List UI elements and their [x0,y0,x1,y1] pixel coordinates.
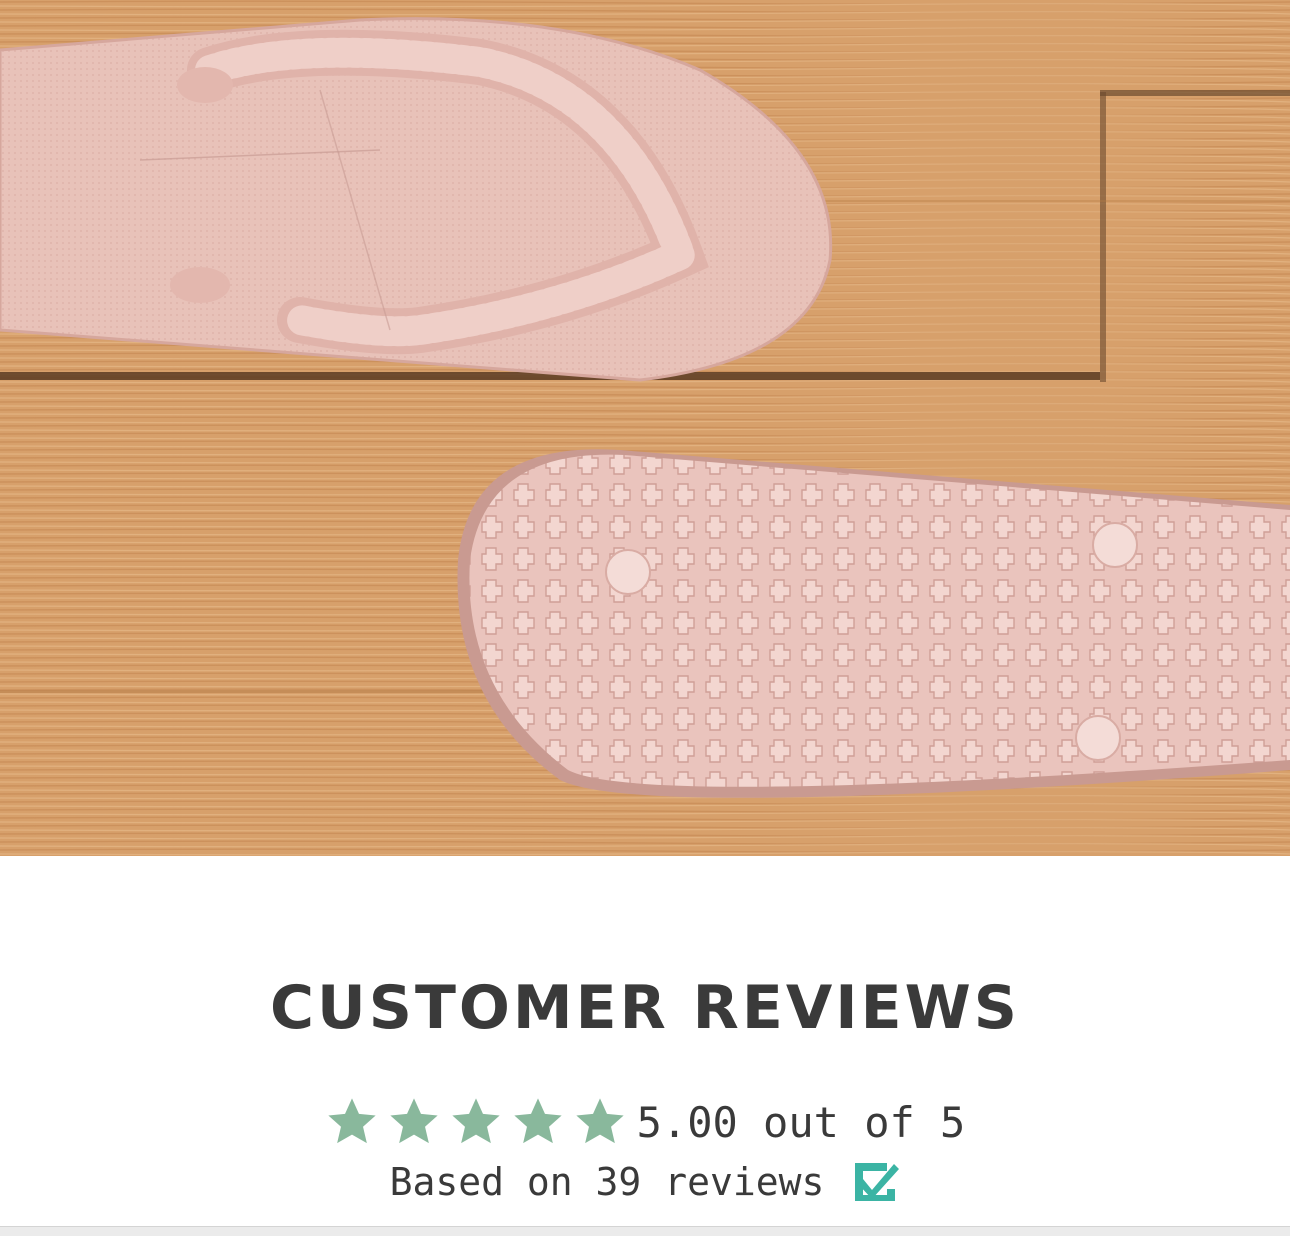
star-icon [452,1098,500,1144]
flip-flop-bottom [457,449,1290,798]
rating-value-text: 5.00 out of 5 [636,1097,966,1147]
star-icon [390,1098,438,1144]
verified-check-icon [855,1163,900,1201]
rating-summary[interactable]: 5.00 out of 5 [0,1092,1290,1152]
flip-flop-top [0,17,833,382]
flip-flops-photo [0,0,1290,856]
review-count-text[interactable]: Based on 39 reviews [390,1160,825,1204]
product-hero-image [0,0,1290,856]
reviews-heading: CUSTOMER REVIEWS [269,973,1020,1043]
customer-reviews-section: CUSTOMER REVIEWS 5.00 out of 5 Based on … [0,856,1290,1236]
star-icon [328,1098,376,1144]
star-icon [576,1098,624,1144]
star-icon [514,1098,562,1144]
review-count-row: Based on 39 reviews [0,1154,1290,1210]
star-rating [325,1095,627,1149]
